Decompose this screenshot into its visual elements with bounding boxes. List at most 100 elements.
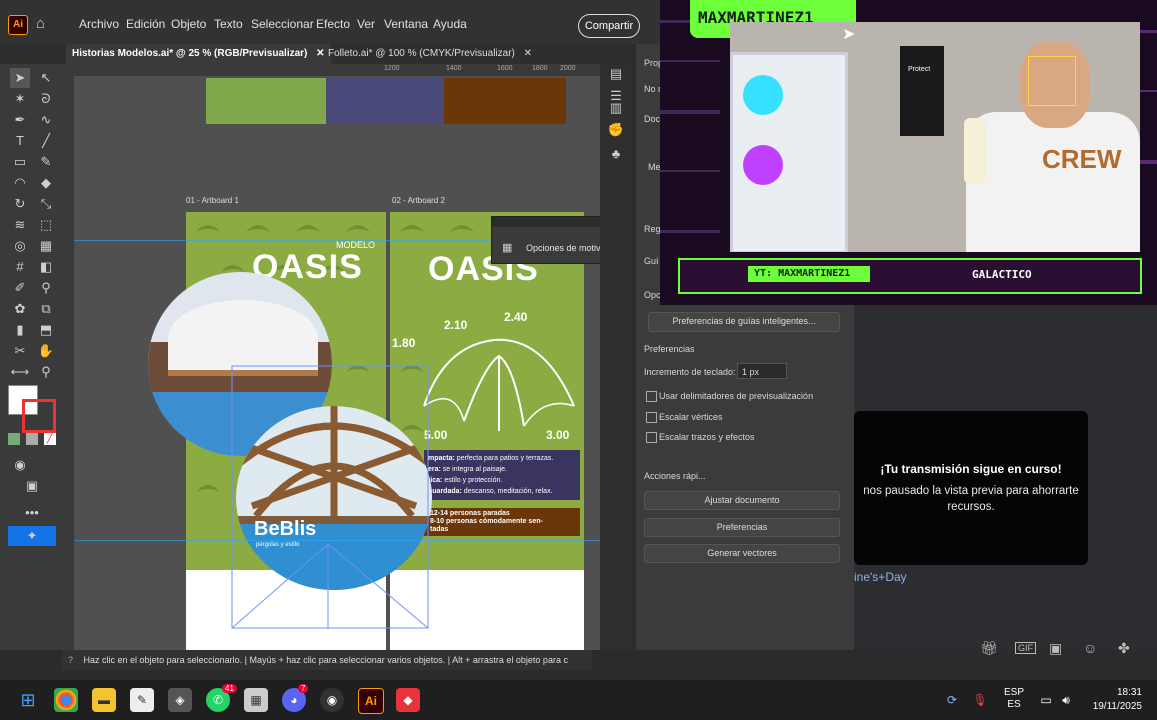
tab-label: Folleto.ai* @ 100 % (CMYK/Previsualizar)	[328, 48, 515, 59]
screen-mode-icon[interactable]: ▣	[22, 476, 42, 496]
graph-tool-icon[interactable]: ▮	[10, 320, 30, 340]
checkbox-scale-corners[interactable]	[646, 412, 657, 423]
color-swatch-purple[interactable]	[326, 78, 444, 124]
generate-vectors-button[interactable]: Generar vectores	[644, 544, 840, 563]
emoji-icon[interactable]: ☺	[1083, 640, 1097, 656]
panel-titlebar[interactable]	[492, 217, 600, 227]
draw-mode-icon[interactable]: ◉	[10, 455, 30, 475]
tab-folleto[interactable]: Folleto.ai* @ 100 % (CMYK/Previsualizar)…	[322, 44, 538, 64]
illustrator-taskbar-icon[interactable]: Ai	[358, 688, 384, 714]
menu-ayuda[interactable]: Ayuda	[433, 17, 467, 31]
stream-notice-title: ¡Tu transmisión sigue en curso!	[880, 462, 1062, 476]
puppet-icon[interactable]: ✊	[606, 120, 626, 140]
stream-notice-body: nos pausado la vista previa para ahorrar…	[863, 485, 1079, 513]
width-tool-icon[interactable]: ⟷	[10, 362, 30, 382]
file-explorer-icon[interactable]: ▬	[92, 688, 116, 712]
home-icon[interactable]: ⌂	[36, 15, 54, 33]
color-swatch-brown[interactable]	[444, 78, 566, 124]
shaper-tool-icon[interactable]: ◠	[10, 173, 30, 193]
link-text[interactable]: ine's+Day	[854, 570, 907, 584]
rotate-tool-icon[interactable]: ↻	[10, 194, 30, 214]
tab-historias-modelos[interactable]: Historias Modelos.ai* @ 25 % (RGB/Previs…	[66, 44, 331, 64]
free-transform-icon[interactable]: ⬚	[36, 215, 56, 235]
mesh-tool-icon[interactable]: #	[10, 257, 30, 277]
apps-icon[interactable]: ✤	[1118, 640, 1130, 657]
obs-icon[interactable]: ◉	[320, 688, 344, 712]
lasso-icon[interactable]: ᘐ	[36, 89, 56, 109]
start-icon[interactable]: ⊞	[16, 688, 40, 712]
calculator-icon[interactable]: ▦	[244, 688, 268, 712]
smart-guides-preferences-button[interactable]: Preferencias de guías inteligentes...	[648, 312, 840, 332]
canvas-area[interactable]: 1200 1400 1600 1800 2000 01 - Artboard 1…	[62, 64, 600, 650]
eyedropper-icon[interactable]: ✐	[10, 278, 30, 298]
none-mode-icon[interactable]: ╱	[44, 433, 56, 445]
ruler-mark: 1600	[497, 65, 513, 72]
microphone-icon[interactable]: 🎙︎	[968, 688, 992, 712]
warp-tool-icon[interactable]: ≋	[10, 215, 30, 235]
stroke-color-swatch[interactable]	[22, 399, 56, 433]
brush-tool-icon[interactable]: ✎	[36, 152, 56, 172]
color-swatch-green[interactable]	[206, 78, 326, 124]
direct-selection-tool-icon[interactable]: ↖	[36, 68, 56, 88]
pin-icon[interactable]: ✦	[8, 526, 56, 546]
keyboard-increment-input[interactable]: 1 px	[737, 363, 787, 379]
rectangle-tool-icon[interactable]: ▭	[10, 152, 30, 172]
selection-tool-icon[interactable]: ➤	[10, 68, 30, 88]
gif-icon[interactable]: GIF	[1015, 642, 1036, 654]
sync-icon[interactable]: ⟳	[940, 688, 964, 712]
checkbox-preview-bounds[interactable]	[646, 391, 657, 402]
gradient-tool-icon[interactable]: ◧	[36, 257, 56, 277]
zoom-tool-icon[interactable]: ⚲	[36, 362, 56, 382]
whatsapp-badge: 41	[222, 684, 237, 693]
scissors-icon[interactable]: ✂	[10, 341, 30, 361]
magic-wand-icon[interactable]: ✶	[10, 89, 30, 109]
menu-objeto[interactable]: Objeto	[171, 17, 206, 31]
gift-icon[interactable]: 🎁︎	[980, 640, 998, 657]
cam-shirt-text: Protect	[908, 66, 931, 73]
language-indicator[interactable]: ESP ES	[1004, 687, 1024, 711]
color-mode-icon[interactable]	[8, 433, 20, 445]
clubs-icon[interactable]: ♣	[606, 144, 626, 164]
perspective-grid-icon[interactable]: ▦	[36, 236, 56, 256]
chrome-icon[interactable]	[54, 688, 78, 712]
pen-tool-icon[interactable]: ✒	[10, 110, 30, 130]
shape-builder-icon[interactable]: ◎	[10, 236, 30, 256]
line-tool-icon[interactable]: ╱	[36, 131, 56, 151]
anydesk-icon[interactable]: ◆	[396, 688, 420, 712]
volume-icon[interactable]: 🔊︎	[1054, 688, 1078, 712]
preferences-button[interactable]: Preferencias	[644, 518, 840, 537]
motif-options-panel[interactable]: ✕ ▦ Opciones de motivo	[491, 216, 600, 264]
menu-edicion[interactable]: Edición	[126, 17, 165, 31]
menu-efecto[interactable]: Efecto	[316, 17, 350, 31]
sticker-icon[interactable]: ▣	[1049, 640, 1062, 657]
more-tools-icon[interactable]: •••	[22, 503, 42, 523]
motif-options-label[interactable]: Opciones de motivo	[526, 243, 600, 253]
blend-tool-icon[interactable]: ⚲	[36, 278, 56, 298]
slice-tool-icon[interactable]: ⬒	[36, 320, 56, 340]
comment-icon[interactable]: ▤	[606, 64, 626, 84]
menu-archivo[interactable]: Archivo	[79, 17, 119, 31]
menu-texto[interactable]: Texto	[214, 17, 243, 31]
close-icon[interactable]: ✕	[524, 48, 532, 59]
clock[interactable]: 18:31 19/11/2025	[1084, 686, 1142, 714]
menu-seleccionar[interactable]: Seleccionar	[251, 17, 314, 31]
notepad-icon[interactable]: ✎	[130, 688, 154, 712]
fit-document-button[interactable]: Ajustar documento	[644, 491, 840, 510]
scale-tool-icon[interactable]: ⤡	[36, 194, 56, 214]
symbol-sprayer-icon[interactable]: ✿	[10, 299, 30, 319]
menu-ventana[interactable]: Ventana	[384, 17, 428, 31]
share-button[interactable]: Compartir	[578, 14, 640, 38]
eraser-tool-icon[interactable]: ◆	[36, 173, 56, 193]
menu-ver[interactable]: Ver	[357, 17, 375, 31]
selection-bounds	[231, 365, 429, 629]
checkbox-scale-strokes[interactable]	[646, 432, 657, 443]
hand-tool-icon[interactable]: ✋	[36, 341, 56, 361]
help-icon: ?	[68, 655, 74, 665]
gradient-mode-icon[interactable]	[26, 433, 38, 445]
artboard-tool-icon[interactable]: ⧉	[36, 299, 56, 319]
type-tool-icon[interactable]: T	[10, 131, 30, 151]
face-tracking-box	[1028, 56, 1076, 106]
curvature-icon[interactable]: ∿	[36, 110, 56, 130]
app-icon[interactable]: ◈	[168, 688, 192, 712]
layers-icon[interactable]: ▥	[606, 98, 626, 118]
